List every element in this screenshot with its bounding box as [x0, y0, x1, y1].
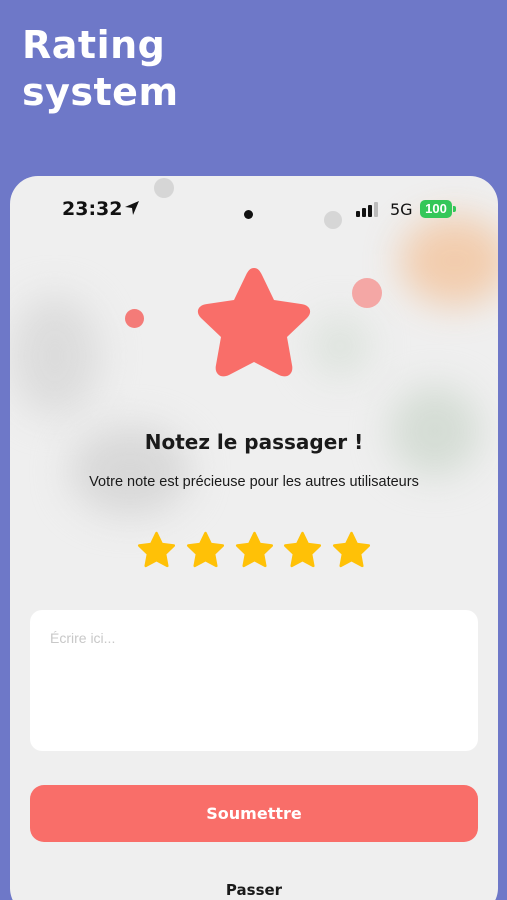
rating-star-1-icon[interactable]	[136, 530, 177, 571]
star-rating	[136, 530, 372, 574]
battery-level: 100	[425, 201, 447, 216]
promo-heading-line2: system	[22, 70, 179, 114]
battery-tip	[453, 206, 456, 212]
comment-input[interactable]	[30, 610, 478, 751]
network-type: 5G	[390, 200, 413, 219]
star-icon	[197, 268, 311, 377]
rating-star-4-icon[interactable]	[282, 530, 323, 571]
skip-button[interactable]: Passer	[10, 881, 498, 899]
promo-heading-line1: Rating	[22, 23, 166, 67]
rating-star-3-icon[interactable]	[234, 530, 275, 571]
camera-dot	[244, 210, 253, 219]
status-bar: 23:32 5G 100	[10, 176, 498, 236]
status-time: 23:32	[62, 198, 123, 220]
decorative-dot	[352, 278, 382, 308]
phone-screen: 23:32 5G 100 Notez le passager ! Votre n…	[10, 176, 498, 900]
rating-star-2-icon[interactable]	[185, 530, 226, 571]
decorative-dot	[324, 211, 342, 229]
rating-star-5-icon[interactable]	[331, 530, 372, 571]
battery-icon: 100	[420, 200, 452, 218]
decorative-dot	[154, 178, 174, 198]
background-blur	[10, 296, 100, 416]
signal-bars-icon	[356, 202, 378, 217]
page-subtitle: Votre note est précieuse pour les autres…	[89, 474, 419, 490]
page-title: Notez le passager !	[144, 430, 364, 454]
promo-heading: Rating system	[22, 22, 179, 116]
decorative-dot	[125, 309, 144, 328]
location-arrow-icon	[125, 201, 139, 215]
submit-button[interactable]: Soumettre	[30, 785, 478, 842]
